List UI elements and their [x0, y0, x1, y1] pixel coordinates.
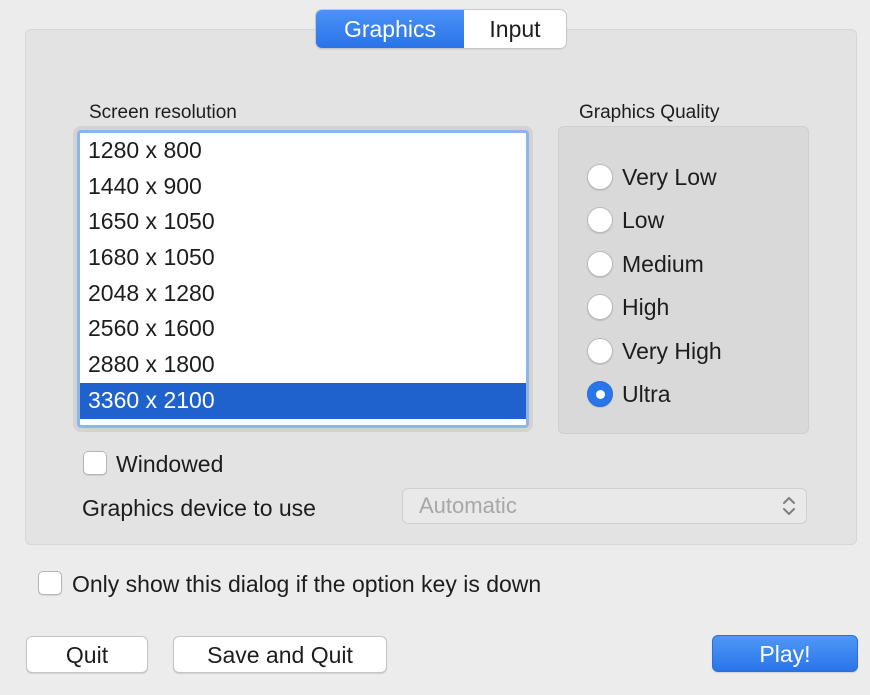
windowed-label: Windowed [116, 451, 224, 477]
radio-high[interactable]: High [587, 291, 669, 323]
radio-label: Very High [622, 337, 722, 364]
option-key-label: Only show this dialog if the option key … [72, 571, 542, 597]
tab-graphics[interactable]: Graphics [316, 10, 464, 48]
select-value: Automatic [419, 493, 517, 518]
list-item[interactable]: 2560 x 1600 [80, 311, 526, 347]
radio-label: Medium [622, 250, 704, 277]
graphics-device-select[interactable]: Automatic [402, 488, 807, 524]
radio-ultra[interactable]: Ultra [587, 378, 671, 410]
save-and-quit-button[interactable]: Save and Quit [173, 636, 387, 673]
radio-low[interactable]: Low [587, 204, 664, 236]
list-item[interactable]: 2880 x 1800 [80, 347, 526, 383]
quit-button[interactable]: Quit [26, 636, 148, 673]
screen-resolution-label: Screen resolution [89, 102, 237, 123]
graphics-quality-label: Graphics Quality [579, 102, 720, 123]
option-key-checkbox[interactable] [38, 571, 62, 595]
list-item[interactable]: 1440 x 900 [80, 169, 526, 205]
radio-very-low[interactable]: Very Low [587, 161, 717, 193]
radio-medium[interactable]: Medium [587, 248, 704, 280]
graphics-device-label: Graphics device to use [82, 495, 316, 521]
radio-button-selected[interactable] [587, 381, 613, 407]
radio-button[interactable] [587, 251, 613, 277]
radio-label: High [622, 293, 670, 320]
chevron-up-down-icon [783, 497, 795, 515]
windowed-checkbox[interactable] [83, 451, 107, 475]
resolution-list[interactable]: 1280 x 800 1440 x 900 1650 x 1050 1680 x… [77, 130, 529, 428]
quality-radio-group: Very Low Low Medium High Very High Ultra [558, 126, 809, 434]
radio-button[interactable] [587, 207, 613, 233]
radio-button[interactable] [587, 164, 613, 190]
play-button[interactable]: Play! [712, 635, 858, 672]
tab-input[interactable]: Input [464, 10, 566, 48]
radio-label: Low [622, 206, 665, 233]
radio-button[interactable] [587, 338, 613, 364]
radio-button[interactable] [587, 294, 613, 320]
list-item[interactable]: 1680 x 1050 [80, 240, 526, 276]
radio-label: Very Low [622, 163, 717, 190]
radio-label: Ultra [622, 380, 671, 407]
list-item-selected[interactable]: 3360 x 2100 [80, 382, 526, 419]
list-item[interactable]: 1650 x 1050 [80, 204, 526, 240]
radio-very-high[interactable]: Very High [587, 335, 722, 367]
list-item[interactable]: 1280 x 800 [80, 133, 526, 169]
list-item[interactable]: 2048 x 1280 [80, 276, 526, 312]
tab-bar: Graphics Input [316, 10, 566, 48]
